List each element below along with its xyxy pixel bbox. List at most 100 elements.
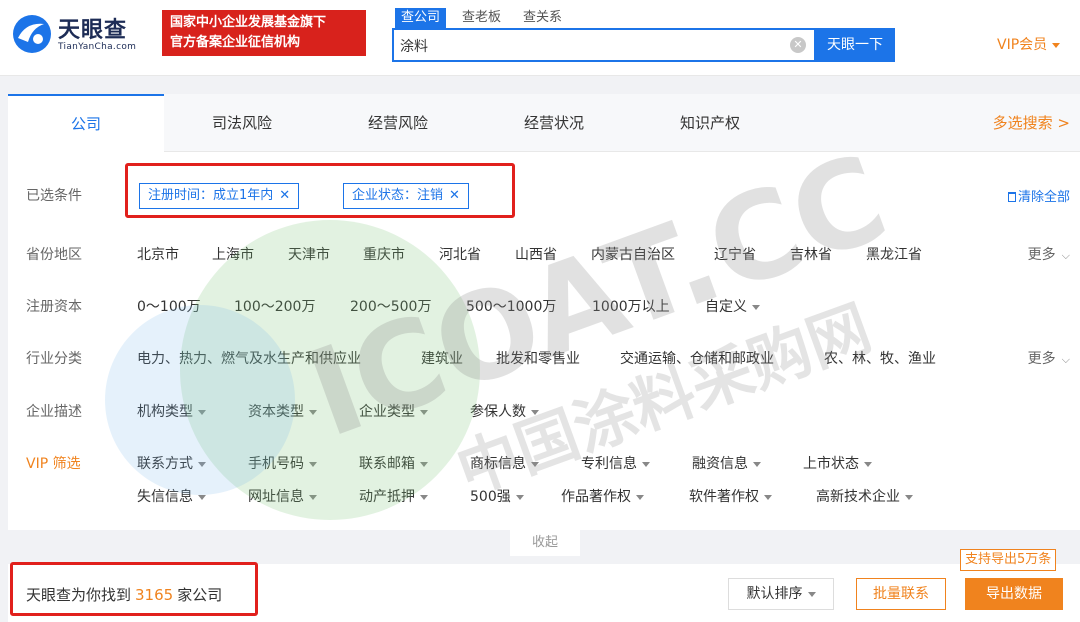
tab-judicial-risk[interactable]: 司法风险 xyxy=(164,94,320,152)
caret-down-icon xyxy=(905,494,913,500)
search-box: ✕ xyxy=(392,28,816,62)
tab-operation-risk[interactable]: 经营风险 xyxy=(320,94,476,152)
capital-option[interactable]: 0～100万 xyxy=(137,296,201,316)
industry-option[interactable]: 批发和零售业 xyxy=(496,348,580,368)
category-tabs: 公司 司法风险 经营风险 经营状况 知识产权 多选搜索 > xyxy=(8,94,1080,153)
industry-option[interactable]: 农、林、牧、渔业 xyxy=(824,348,936,368)
logo[interactable]: 天眼查 TianYanCha.com xyxy=(10,10,155,58)
desc-option: 机构类型 xyxy=(137,404,193,420)
filter-panel: 公司 司法风险 经营风险 经营状况 知识产权 多选搜索 > 已选条件 注册时间：… xyxy=(8,94,1080,530)
search-input[interactable] xyxy=(400,35,780,57)
industry-option[interactable]: 电力、热力、燃气及水生产和供应业 xyxy=(137,348,361,368)
sort-label: 默认排序 xyxy=(746,586,803,602)
vip-dropdown[interactable]: 高新技术企业 xyxy=(816,486,913,506)
multi-search-link[interactable]: 多选搜索 > xyxy=(993,94,1070,152)
tab-boss[interactable]: 查老板 xyxy=(456,8,507,28)
desc-label: 企业描述 xyxy=(26,404,82,420)
caret-down-icon xyxy=(420,494,428,500)
vip-filter-label: VIP 筛选 xyxy=(26,456,81,472)
tab-company[interactable]: 查公司 xyxy=(395,8,447,28)
export-data-button[interactable]: 导出数据 xyxy=(965,578,1063,610)
province-option[interactable]: 内蒙古自治区 xyxy=(591,244,675,264)
desc-dropdown[interactable]: 机构类型 xyxy=(137,401,206,421)
caret-down-icon xyxy=(198,409,206,415)
vip-dropdown[interactable]: 联系方式 xyxy=(137,453,206,473)
industry-option[interactable]: 建筑业 xyxy=(421,348,463,368)
vip-dropdown[interactable]: 商标信息 xyxy=(470,453,539,473)
vip-option: 联系邮箱 xyxy=(359,456,415,472)
vip-dropdown[interactable]: 融资信息 xyxy=(692,453,761,473)
capital-option[interactable]: 100～200万 xyxy=(234,296,315,316)
caret-down-icon xyxy=(420,409,428,415)
vip-dropdown[interactable]: 失信信息 xyxy=(137,486,206,506)
tab-operation-status[interactable]: 经营状况 xyxy=(476,94,632,152)
capital-option[interactable]: 1000万以上 xyxy=(592,296,670,316)
capital-label: 注册资本 xyxy=(26,299,82,315)
vip-dropdown[interactable]: 专利信息 xyxy=(581,453,650,473)
vip-dropdown[interactable]: 上市状态 xyxy=(803,453,872,473)
caret-down-icon xyxy=(420,461,428,467)
search-button[interactable]: 天眼一下 xyxy=(815,28,895,62)
vip-option: 专利信息 xyxy=(581,456,637,472)
selected-label: 已选条件 xyxy=(26,188,82,204)
tab-ip[interactable]: 知识产权 xyxy=(632,94,788,152)
chevron-down-icon: ⌵ xyxy=(1061,353,1070,366)
province-option[interactable]: 重庆市 xyxy=(363,244,405,264)
capital-option[interactable]: 500～1000万 xyxy=(466,296,556,316)
highlight-selected-conditions xyxy=(125,163,515,218)
province-option[interactable]: 山西省 xyxy=(515,244,557,264)
collapse-button[interactable]: 收起 xyxy=(510,530,580,556)
desc-dropdown[interactable]: 资本类型 xyxy=(248,401,317,421)
industry-option[interactable]: 交通运输、仓储和邮政业 xyxy=(620,348,774,368)
province-option[interactable]: 北京市 xyxy=(137,244,179,264)
caret-down-icon xyxy=(515,494,524,500)
clear-all-button[interactable]: 清除全部 xyxy=(1007,186,1070,205)
clear-icon[interactable]: ✕ xyxy=(790,37,806,53)
vip-option: 网址信息 xyxy=(248,489,304,505)
caret-down-icon xyxy=(198,461,206,467)
caret-down-icon xyxy=(198,494,206,500)
vip-member-link[interactable]: VIP会员 xyxy=(997,34,1061,54)
province-option[interactable]: 吉林省 xyxy=(790,244,832,264)
official-badge: 国家中小企业发展基金旗下 官方备案企业征信机构 xyxy=(162,10,366,56)
caret-down-icon xyxy=(531,409,539,415)
desc-dropdown[interactable]: 参保人数 xyxy=(470,401,539,421)
vip-dropdown[interactable]: 手机号码 xyxy=(248,453,317,473)
custom-label: 自定义 xyxy=(705,299,747,315)
province-option[interactable]: 辽宁省 xyxy=(714,244,756,264)
sort-dropdown[interactable]: 默认排序 xyxy=(728,578,834,610)
desc-option: 参保人数 xyxy=(470,404,526,420)
vip-dropdown[interactable]: 网址信息 xyxy=(248,486,317,506)
province-option[interactable]: 黑龙江省 xyxy=(866,244,922,264)
desc-option: 企业类型 xyxy=(359,404,415,420)
caret-down-icon xyxy=(531,461,539,467)
capital-custom-dropdown[interactable]: 自定义 xyxy=(705,296,760,316)
caret-down-icon xyxy=(642,461,650,467)
vip-option: 上市状态 xyxy=(803,456,859,472)
province-more-button[interactable]: 更多 ⌵ xyxy=(1028,244,1070,264)
desc-option: 资本类型 xyxy=(248,404,304,420)
batch-contact-button[interactable]: 批量联系 xyxy=(856,578,946,610)
vip-dropdown[interactable]: 500强 xyxy=(470,486,524,506)
top-header: 天眼查 TianYanCha.com 国家中小企业发展基金旗下 官方备案企业征信… xyxy=(0,0,1080,76)
province-option[interactable]: 河北省 xyxy=(439,244,481,264)
vip-option: 作品著作权 xyxy=(561,489,631,505)
caret-down-icon xyxy=(309,494,317,500)
vip-dropdown[interactable]: 作品著作权 xyxy=(561,486,644,506)
logo-text: 天眼查 xyxy=(58,18,128,43)
tab-company-category[interactable]: 公司 xyxy=(8,94,164,153)
province-option[interactable]: 上海市 xyxy=(212,244,254,264)
vip-dropdown[interactable]: 软件著作权 xyxy=(689,486,772,506)
tab-relation[interactable]: 查关系 xyxy=(517,8,568,28)
vip-label: VIP会员 xyxy=(997,37,1048,53)
vip-dropdown[interactable]: 动产抵押 xyxy=(359,486,428,506)
capital-option[interactable]: 200～500万 xyxy=(350,296,431,316)
desc-dropdown[interactable]: 企业类型 xyxy=(359,401,428,421)
vip-dropdown[interactable]: 联系邮箱 xyxy=(359,453,428,473)
vip-option: 动产抵押 xyxy=(359,489,415,505)
province-option[interactable]: 天津市 xyxy=(288,244,330,264)
badge-line-1: 国家中小企业发展基金旗下 xyxy=(170,15,327,30)
industry-more-button[interactable]: 更多 ⌵ xyxy=(1028,348,1070,368)
search-type-tabs: 查公司 查老板 查关系 xyxy=(395,8,568,28)
caret-down-icon xyxy=(309,461,317,467)
